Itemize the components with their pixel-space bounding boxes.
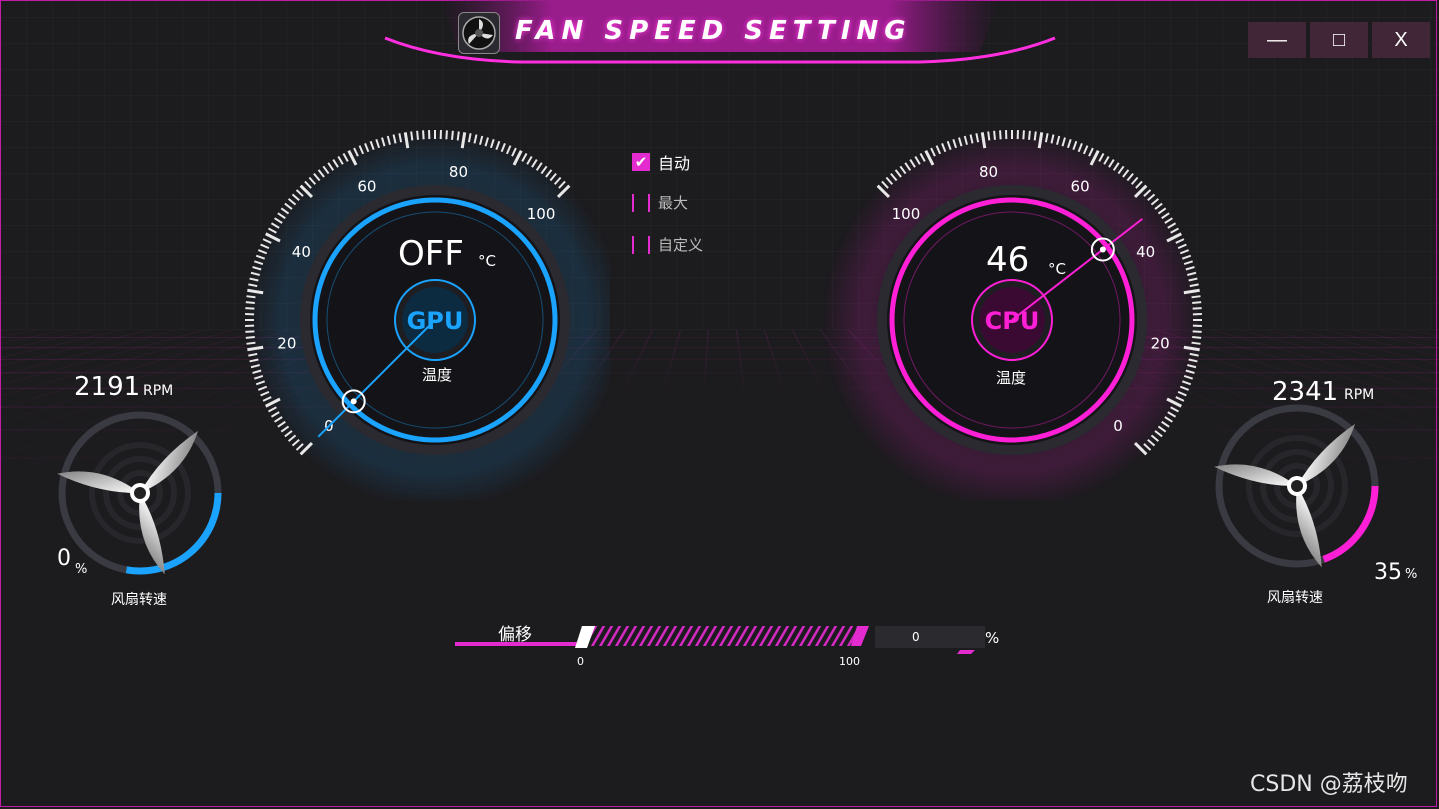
mode-auto-checkbox[interactable]: ✔ 自动 (632, 150, 690, 174)
gauge-tick (1192, 301, 1202, 304)
gauge-tick (422, 130, 425, 140)
cpu-temperature-gauge: 0 20 40 60 80 100 CPU (822, 130, 1202, 500)
close-button[interactable]: X (1372, 22, 1430, 58)
gpu-temp-label: 温度 (422, 366, 453, 384)
gpu-fan-rpm-unit: RPM (143, 383, 174, 399)
gauge-tick (1191, 341, 1201, 345)
gauge-tick-label: 60 (357, 177, 376, 195)
cpu-fan-dial (1214, 404, 1379, 568)
gauge-tick-label: 100 (892, 205, 921, 223)
gauge-tick (1033, 131, 1037, 141)
cpu-fan-label: 风扇转速 (1267, 590, 1323, 606)
offset-max-label: 100 (839, 655, 860, 668)
mode-custom-label: 自定义 (658, 236, 704, 254)
gauge-tick (246, 295, 256, 299)
mode-max-checkbox[interactable]: 最大 (632, 192, 688, 213)
gauge-tick-label: 60 (1071, 177, 1090, 195)
mode-custom-checkbox[interactable]: 自定义 (632, 234, 703, 255)
gpu-fan-percent: 0 (57, 546, 71, 571)
fan-hub-center (1291, 480, 1303, 492)
checkbox-empty-icon (632, 235, 650, 254)
gauge-tick (451, 130, 454, 140)
gauge-tick (245, 330, 255, 333)
minimize-button[interactable]: — (1248, 22, 1306, 58)
app-title: FAN SPEED SETTING (515, 16, 912, 46)
offset-min-label: 0 (577, 655, 584, 668)
gpu-temp-value: OFF (398, 234, 464, 274)
gauge-tick-label: 80 (979, 163, 998, 181)
checkbox-checked-icon: ✔ (632, 153, 650, 171)
gauge-tick-label: 0 (1113, 417, 1123, 435)
gauge-needle-pin (1099, 246, 1106, 253)
cpu-temp-value: 46 (986, 240, 1030, 280)
gauge-tick-label: 20 (1151, 334, 1170, 352)
gauge-needle-pin (350, 398, 357, 405)
gauge-tick (456, 131, 460, 141)
gauge-tick (246, 341, 256, 345)
gauge-tick (416, 130, 419, 140)
gauge-tick-label: 80 (449, 163, 468, 181)
gpu-fan-rpm: 2191 (74, 372, 141, 402)
offset-unit: % (985, 629, 1000, 647)
cpu-temp-label: 温度 (996, 369, 1027, 387)
gpu-fan-label: 风扇转速 (111, 592, 167, 608)
offset-label: 偏移 (498, 625, 532, 645)
gauge-tick (245, 307, 255, 310)
gauge-tick (1192, 307, 1202, 310)
cpu-fan-percent-unit: % (1405, 567, 1418, 582)
gauge-tick-label: 40 (1136, 243, 1155, 261)
gauge-tick-label: 40 (292, 243, 311, 261)
gauge-tick (987, 131, 991, 141)
gauge-tick (245, 301, 255, 304)
gauge-tick (1192, 336, 1202, 339)
fan-hub-center (134, 487, 146, 499)
checkbox-empty-icon (632, 193, 650, 212)
gpu-fan-percent-unit: % (75, 562, 88, 577)
gauge-tick (1192, 330, 1202, 333)
mode-max-label: 最大 (658, 194, 689, 212)
gauge-tick (1191, 295, 1201, 299)
gauge-tick (1022, 130, 1025, 140)
gauge-tick (410, 131, 414, 141)
gpu-fan-dial (57, 411, 222, 575)
offset-value: 0 (912, 630, 920, 644)
watermark: CSDN @荔枝吻 (1250, 772, 1408, 797)
gauge-tick (1028, 130, 1031, 140)
gauge-tick (999, 130, 1002, 140)
gauge-hub-label: CPU (985, 307, 1040, 335)
maximize-button[interactable]: □ (1310, 22, 1368, 58)
gauge-tick-label: 100 (527, 205, 556, 223)
cpu-temp-unit: °C (1048, 260, 1066, 278)
gauge-tick (445, 130, 448, 140)
cpu-fan-percent: 35 (1374, 560, 1402, 585)
fan-logo-icon (458, 12, 500, 54)
mode-auto-label: 自动 (658, 154, 691, 173)
gauge-tick-label: 20 (277, 334, 296, 352)
gauge-tick (245, 336, 255, 339)
gpu-temp-unit: °C (478, 252, 496, 270)
gauge-tick (993, 130, 996, 140)
gpu-temperature-gauge: 020406080100GPU (245, 130, 610, 500)
